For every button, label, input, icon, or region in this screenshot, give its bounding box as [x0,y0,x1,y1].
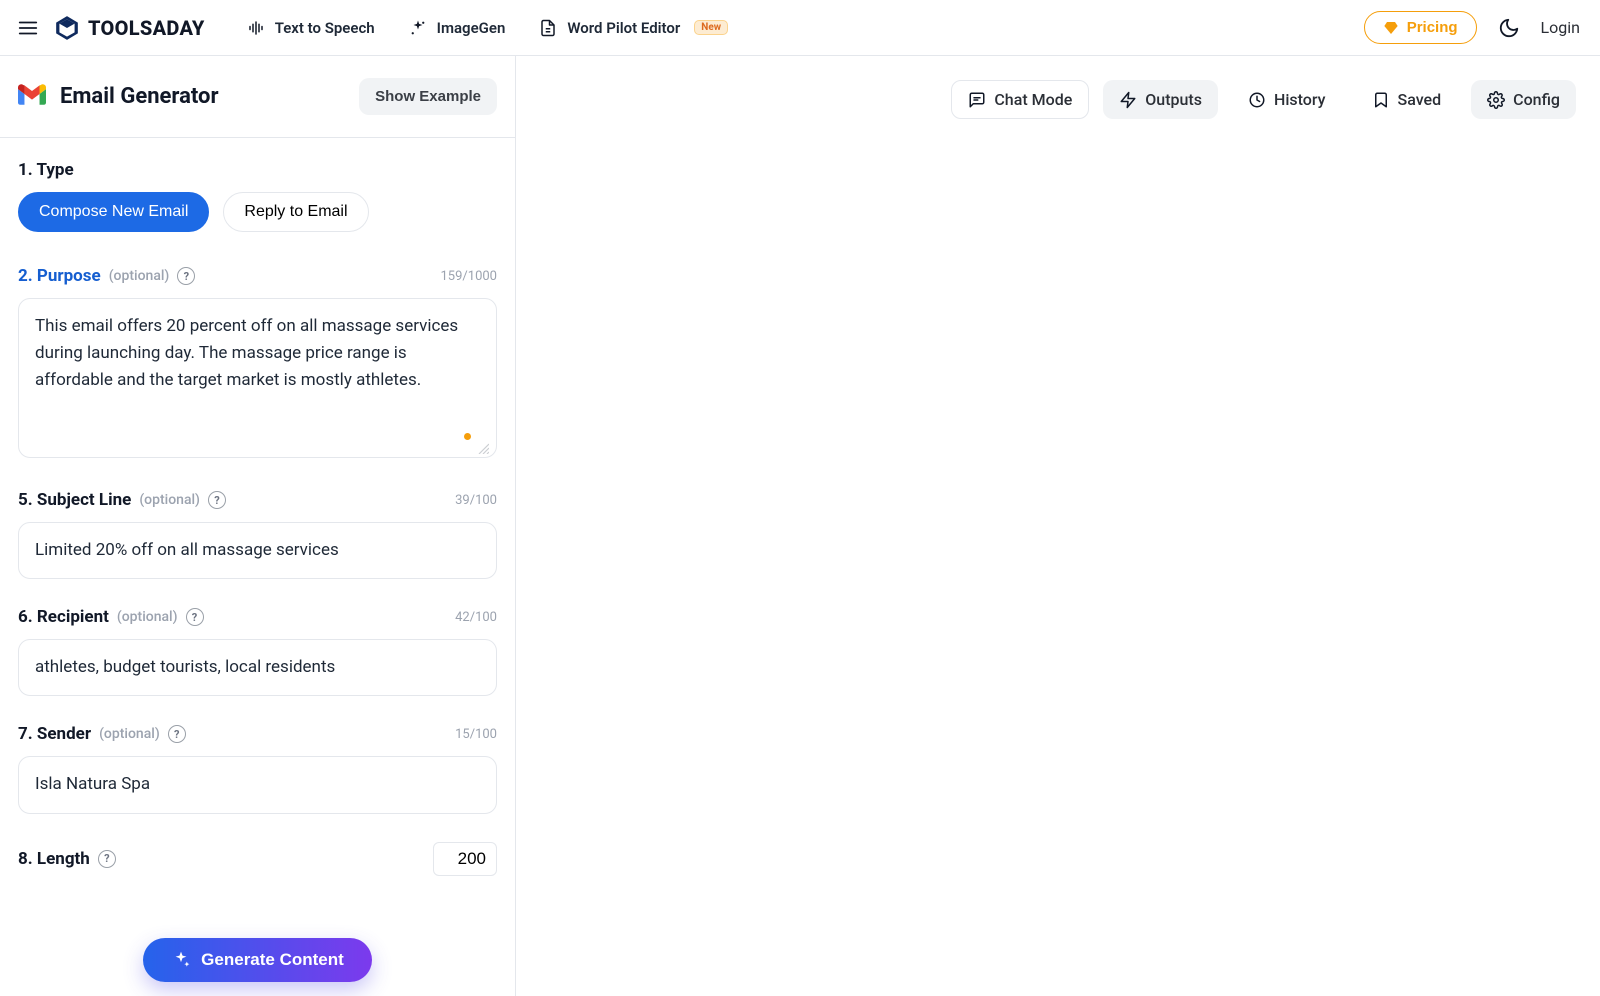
recipient-input[interactable] [18,639,497,696]
theme-toggle[interactable] [1497,16,1521,40]
history-icon [1248,91,1266,109]
optional-label: (optional) [139,492,200,508]
tab-config[interactable]: Config [1471,80,1576,119]
tab-saved[interactable]: Saved [1356,80,1458,119]
nav-imagegen[interactable]: ImageGen [409,19,506,37]
brand-logo[interactable]: TOOLSADAY [54,15,205,41]
step-length-header: 8. Length ? [18,842,497,876]
resize-grip-icon[interactable] [477,442,489,454]
step-purpose-header: 2. Purpose (optional) ? 159/1000 [18,266,497,286]
menu-button[interactable] [14,14,42,42]
brand-name: TOOLSADAY [88,16,205,40]
tab-label: Saved [1398,90,1442,109]
top-nav-right: Pricing Login [1364,11,1580,44]
char-counter: 42/100 [455,610,497,625]
pricing-button[interactable]: Pricing [1364,11,1477,44]
step-recipient-header: 6. Recipient (optional) ? 42/100 [18,607,497,627]
length-input[interactable] [433,842,497,876]
nav-label: ImageGen [437,19,506,37]
type-compose-new[interactable]: Compose New Email [18,192,209,232]
step-subject-header: 5. Subject Line (optional) ? 39/100 [18,490,497,510]
moon-icon [1498,17,1520,39]
form-panel: Email Generator Show Example 1. Type Com… [0,56,516,996]
bookmark-icon [1372,91,1390,109]
step-label: 8. Length [18,849,90,869]
sparkles-icon [409,19,427,37]
grammar-dot-icon [464,433,471,440]
diamond-icon [1383,20,1399,36]
help-icon[interactable]: ? [98,850,116,868]
sparkles-icon [171,950,191,970]
char-counter: 39/100 [455,493,497,508]
char-counter: 15/100 [455,727,497,742]
help-icon[interactable]: ? [177,267,195,285]
step-label: 7. Sender [18,724,91,744]
generate-label: Generate Content [201,950,344,970]
optional-label: (optional) [99,726,160,742]
chat-icon [968,91,986,109]
hamburger-icon [17,17,39,39]
optional-label: (optional) [117,609,178,625]
waveform-icon [247,19,265,37]
tab-chat-mode[interactable]: Chat Mode [951,80,1089,119]
help-icon[interactable]: ? [168,725,186,743]
gmail-icon [18,83,46,111]
brand-mark-icon [54,15,80,41]
step-label: 6. Recipient [18,607,109,627]
tab-label: Config [1513,90,1560,109]
document-icon [539,19,557,37]
login-link[interactable]: Login [1541,18,1580,37]
form-title: Email Generator [60,84,219,109]
top-nav: TOOLSADAY Text to Speech ImageGen Word P… [0,0,1600,56]
step-label: 5. Subject Line [18,490,131,510]
sender-input[interactable] [18,756,497,813]
generate-button[interactable]: Generate Content [143,938,372,982]
main-layout: Email Generator Show Example 1. Type Com… [0,56,1600,996]
tab-label: Chat Mode [994,90,1072,109]
show-example-button[interactable]: Show Example [359,78,497,115]
type-options: Compose New Email Reply to Email [18,192,497,232]
login-label: Login [1541,18,1580,37]
optional-label: (optional) [109,268,170,284]
form-header: Email Generator Show Example [0,56,515,138]
step-label: 2. Purpose [18,266,101,286]
subject-input[interactable] [18,522,497,579]
tab-label: Outputs [1145,90,1202,109]
form-body[interactable]: 1. Type Compose New Email Reply to Email… [0,138,515,996]
purpose-field-wrap [18,298,497,462]
top-nav-items: Text to Speech ImageGen Word Pilot Edito… [247,19,728,37]
output-panel: Chat Mode Outputs History Saved [516,56,1600,996]
tab-history[interactable]: History [1232,80,1342,119]
bolt-icon [1119,91,1137,109]
nav-text-to-speech[interactable]: Text to Speech [247,19,375,37]
help-icon[interactable]: ? [208,491,226,509]
purpose-textarea[interactable] [18,298,497,458]
pricing-label: Pricing [1407,19,1458,36]
help-icon[interactable]: ? [186,608,204,626]
nav-label: Text to Speech [275,19,375,37]
nav-word-pilot[interactable]: Word Pilot Editor New [539,19,728,37]
step-sender-header: 7. Sender (optional) ? 15/100 [18,724,497,744]
output-tabs: Chat Mode Outputs History Saved [516,56,1600,119]
type-reply[interactable]: Reply to Email [223,192,368,232]
gear-icon [1487,91,1505,109]
tab-outputs[interactable]: Outputs [1103,80,1218,119]
step-label: 1. Type [18,160,74,180]
tab-label: History [1274,90,1326,109]
nav-label: Word Pilot Editor [567,19,680,37]
char-counter: 159/1000 [440,269,497,284]
new-badge: New [694,20,728,35]
step-type-header: 1. Type [18,160,497,180]
